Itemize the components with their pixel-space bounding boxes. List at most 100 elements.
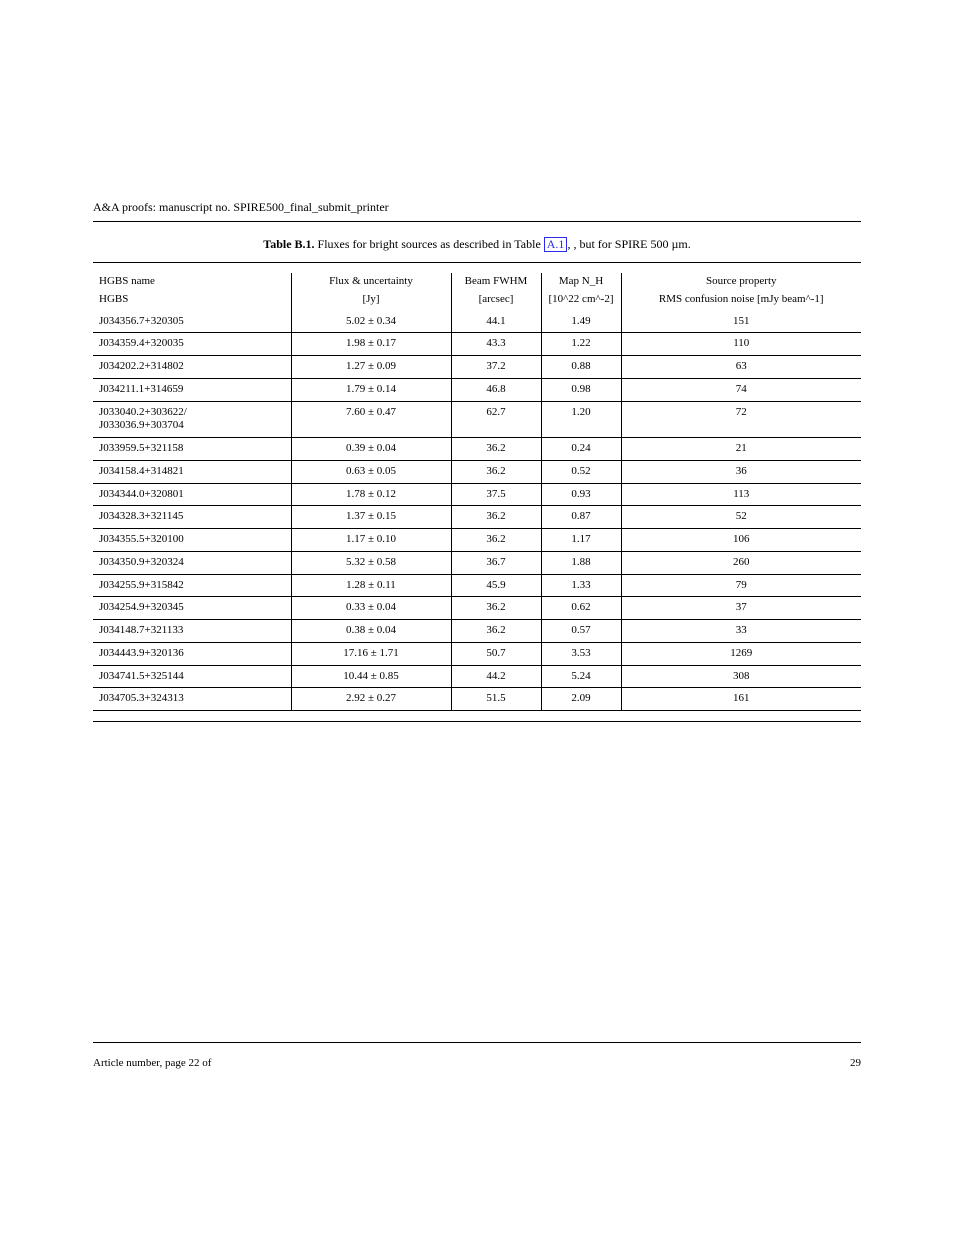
cell: 10.44 ± 0.85 xyxy=(291,665,451,688)
cell: 0.52 xyxy=(541,460,621,483)
cell: 17.16 ± 1.71 xyxy=(291,642,451,665)
cell: 113 xyxy=(621,483,861,506)
page-footer: Article number, page 22 of 29 xyxy=(93,1057,861,1069)
table-header-row-2: HGBS [Jy] [arcsec] [10^22 cm^-2] RMS con… xyxy=(93,291,861,311)
cell: J033959.5+321158 xyxy=(93,438,291,461)
cell: J034202.2+314802 xyxy=(93,356,291,379)
caption-after: , but for SPIRE 500 µm. xyxy=(573,237,690,251)
cell: J034254.9+320345 xyxy=(93,597,291,620)
table-row: J033959.5+3211580.39 ± 0.0436.20.2421 xyxy=(93,438,861,461)
cell: 21 xyxy=(621,438,861,461)
table-ref-link[interactable]: A.1 xyxy=(544,237,568,252)
cell: 1.49 xyxy=(541,311,621,333)
cell: 0.88 xyxy=(541,356,621,379)
cell: J034255.9+315842 xyxy=(93,574,291,597)
table-row: J034741.5+32514410.44 ± 0.8544.25.24308 xyxy=(93,665,861,688)
col-flux: Flux & uncertainty xyxy=(291,273,451,291)
cell: J034741.5+325144 xyxy=(93,665,291,688)
cell: J034355.5+320100 xyxy=(93,529,291,552)
cell: J034344.0+320801 xyxy=(93,483,291,506)
col-fwhm: Beam FWHM xyxy=(451,273,541,291)
article-number: Article number, page 22 of xyxy=(93,1057,211,1069)
cell: 260 xyxy=(621,551,861,574)
cell: 1.20 xyxy=(541,401,621,438)
journal-name: A&A proofs: xyxy=(93,200,156,214)
cell: 36.2 xyxy=(451,597,541,620)
cell: 36.2 xyxy=(451,620,541,643)
cell: 51.5 xyxy=(451,688,541,711)
table-row: J034328.3+3211451.37 ± 0.1536.20.8752 xyxy=(93,506,861,529)
cell: 52 xyxy=(621,506,861,529)
cell: 0.98 xyxy=(541,378,621,401)
cell: 0.57 xyxy=(541,620,621,643)
table-row: J034705.3+3243132.92 ± 0.2751.52.09161 xyxy=(93,688,861,711)
cell: 1.17 ± 0.10 xyxy=(291,529,451,552)
page-content: A&A proofs: manuscript no. SPIRE500_fina… xyxy=(93,200,861,1045)
cell: 36.2 xyxy=(451,529,541,552)
journal-line: A&A proofs: manuscript no. SPIRE500_fina… xyxy=(93,200,861,215)
cell: 36 xyxy=(621,460,861,483)
cell: 33 xyxy=(621,620,861,643)
cell: 0.87 xyxy=(541,506,621,529)
cell: 0.38 ± 0.04 xyxy=(291,620,451,643)
cell: 1.33 xyxy=(541,574,621,597)
cell: 36.7 xyxy=(451,551,541,574)
cell: 1.79 ± 0.14 xyxy=(291,378,451,401)
table-caption: Table B.1. Fluxes for bright sources as … xyxy=(93,236,861,252)
cell: J034705.3+324313 xyxy=(93,688,291,711)
top-divider xyxy=(93,221,861,222)
col-nh-unit: [10^22 cm^-2] xyxy=(541,291,621,311)
cell: 1.37 ± 0.15 xyxy=(291,506,451,529)
table-row: J034443.9+32013617.16 ± 1.7150.73.531269 xyxy=(93,642,861,665)
cell: 79 xyxy=(621,574,861,597)
cell: 0.24 xyxy=(541,438,621,461)
table-top-rule xyxy=(93,262,861,263)
cell: 37 xyxy=(621,597,861,620)
cell: 0.39 ± 0.04 xyxy=(291,438,451,461)
cell: 2.92 ± 0.27 xyxy=(291,688,451,711)
cell: J034148.7+321133 xyxy=(93,620,291,643)
cell: J034443.9+320136 xyxy=(93,642,291,665)
cell: 1.88 xyxy=(541,551,621,574)
table-row: J034211.1+3146591.79 ± 0.1446.80.9874 xyxy=(93,378,861,401)
cell: J034350.9+320324 xyxy=(93,551,291,574)
table-row: J033040.2+303622/ J033036.9+3037047.60 ±… xyxy=(93,401,861,438)
cell: J034328.3+321145 xyxy=(93,506,291,529)
table-row: J034344.0+3208011.78 ± 0.1237.50.93113 xyxy=(93,483,861,506)
cell: 0.62 xyxy=(541,597,621,620)
cell: 1.28 ± 0.11 xyxy=(291,574,451,597)
cell: 151 xyxy=(621,311,861,333)
cell: 50.7 xyxy=(451,642,541,665)
table-bottom-rule xyxy=(93,721,861,722)
cell: 5.32 ± 0.58 xyxy=(291,551,451,574)
cell: 1.27 ± 0.09 xyxy=(291,356,451,379)
cell: 37.2 xyxy=(451,356,541,379)
cell: 36.2 xyxy=(451,506,541,529)
cell: 45.9 xyxy=(451,574,541,597)
col-hgbs-unit: HGBS xyxy=(93,291,291,311)
col-property-unit: RMS confusion noise [mJy beam^-1] xyxy=(621,291,861,311)
cell: 106 xyxy=(621,529,861,552)
table-row: J034158.4+3148210.63 ± 0.0536.20.5236 xyxy=(93,460,861,483)
cell: 308 xyxy=(621,665,861,688)
cell: J034359.4+320035 xyxy=(93,333,291,356)
cell: 44.1 xyxy=(451,311,541,333)
table-row: J034356.7+3203055.02 ± 0.3444.11.49151 xyxy=(93,311,861,333)
col-nh: Map N_H xyxy=(541,273,621,291)
cell: 7.60 ± 0.47 xyxy=(291,401,451,438)
cell: 1.17 xyxy=(541,529,621,552)
cell: 2.09 xyxy=(541,688,621,711)
cell: 1269 xyxy=(621,642,861,665)
cell: 74 xyxy=(621,378,861,401)
cell: 37.5 xyxy=(451,483,541,506)
table-row: J034148.7+3211330.38 ± 0.0436.20.5733 xyxy=(93,620,861,643)
col-property: Source property xyxy=(621,273,861,291)
cell: 5.24 xyxy=(541,665,621,688)
cell: 43.3 xyxy=(451,333,541,356)
cell: J033040.2+303622/ J033036.9+303704 xyxy=(93,401,291,438)
cell: 62.7 xyxy=(451,401,541,438)
cell: J034158.4+314821 xyxy=(93,460,291,483)
manuscript-no: manuscript no. SPIRE500_final_submit_pri… xyxy=(159,200,389,214)
table-row: J034202.2+3148021.27 ± 0.0937.20.8863 xyxy=(93,356,861,379)
cell: 36.2 xyxy=(451,460,541,483)
